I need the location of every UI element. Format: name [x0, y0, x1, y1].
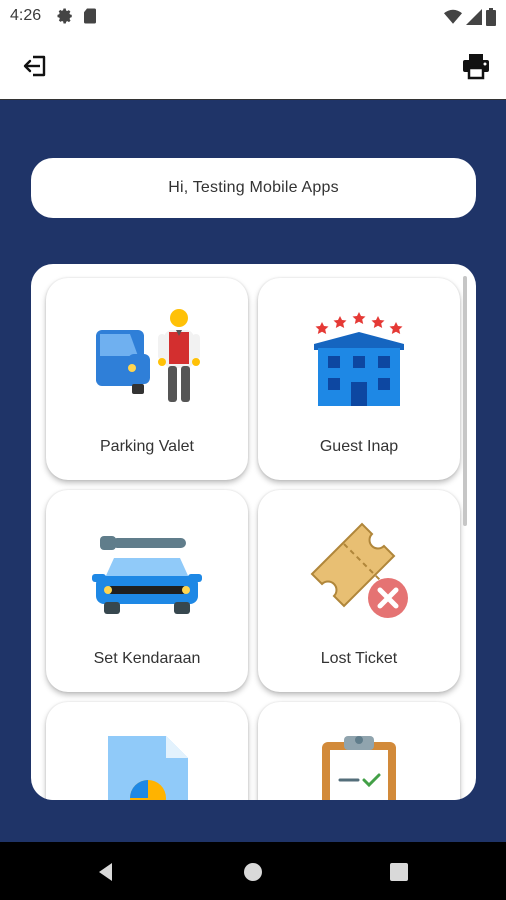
- car-wrench-icon: [92, 536, 202, 614]
- gear-icon: [57, 8, 72, 24]
- menu-item-label: Guest Inap: [319, 438, 399, 455]
- logout-icon[interactable]: [20, 50, 52, 82]
- status-time: 4:26: [10, 7, 42, 24]
- menu-item-lost-ticket[interactable]: Lost Ticket: [258, 490, 460, 692]
- menu-item-report[interactable]: [46, 702, 248, 800]
- menu-item-parking-valet[interactable]: Parking Valet: [46, 278, 248, 480]
- menu-item-label: Set Kendaraan: [93, 650, 201, 667]
- system-nav-bar: [0, 842, 506, 900]
- wifi-icon: [444, 9, 462, 24]
- menu-panel[interactable]: Parking Valet Guest Inap Set Kendaraan L…: [31, 264, 476, 800]
- app-bar: [0, 32, 506, 100]
- back-icon[interactable]: [94, 860, 118, 884]
- status-bar: 4:26: [0, 0, 506, 32]
- menu-item-clipboard[interactable]: [258, 702, 460, 800]
- menu-item-set-kendaraan[interactable]: Set Kendaraan: [46, 490, 248, 692]
- clipboard-icon: [322, 736, 396, 800]
- signal-icon: [466, 9, 482, 25]
- menu-item-label: Lost Ticket: [320, 650, 398, 667]
- recents-icon[interactable]: [387, 860, 411, 884]
- report-document-icon: [108, 736, 188, 800]
- sd-card-icon: [84, 8, 96, 24]
- hotel-icon: [314, 312, 404, 406]
- menu-item-guest-inap[interactable]: Guest Inap: [258, 278, 460, 480]
- home-icon[interactable]: [241, 860, 265, 884]
- battery-icon: [486, 8, 496, 26]
- lost-ticket-icon: [310, 522, 408, 618]
- scrollbar[interactable]: [463, 276, 467, 526]
- main-content: Hi, Testing Mobile Apps Parking Valet Gu…: [0, 100, 506, 842]
- valet-icon: [96, 309, 200, 402]
- greeting-banner: Hi, Testing Mobile Apps: [31, 158, 476, 218]
- menu-item-label: Parking Valet: [100, 438, 194, 455]
- printer-icon[interactable]: [460, 50, 492, 82]
